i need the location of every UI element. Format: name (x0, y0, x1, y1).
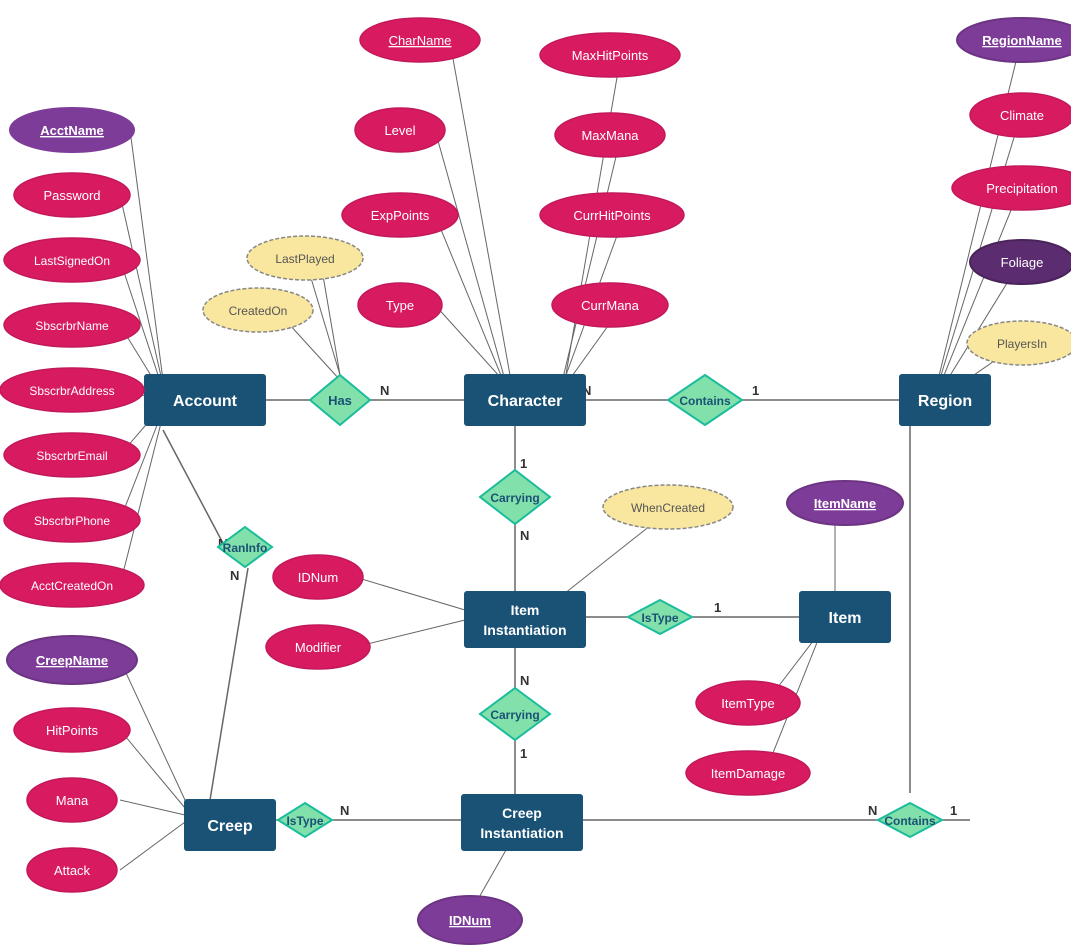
attr-regionname: RegionName (982, 33, 1061, 48)
svg-text:N: N (340, 803, 349, 818)
attr-foliage: Foliage (1001, 255, 1044, 270)
svg-text:N: N (520, 528, 529, 543)
attr-sbscrbrphone: SbscrbrPhone (34, 514, 110, 528)
er-diagram: 1 N N 1 1 N N 1 N 1 1 N N 1 M N Account … (0, 0, 1071, 952)
svg-text:N: N (520, 673, 529, 688)
attr-maxmana: MaxMana (581, 128, 639, 143)
attr-hitpoints: HitPoints (46, 723, 99, 738)
svg-text:1: 1 (714, 600, 721, 615)
attr-mana: Mana (56, 793, 89, 808)
attr-currmana: CurrMana (581, 298, 640, 313)
rel-carrying1: Carrying (490, 491, 539, 505)
attr-lastplayed: LastPlayed (275, 252, 334, 266)
attr-whencreated: WhenCreated (631, 501, 705, 515)
attr-maxhitpoints: MaxHitPoints (572, 48, 649, 63)
attr-currhitpoints: CurrHitPoints (573, 208, 651, 223)
entity-creep: Creep (207, 818, 253, 835)
attr-charname: CharName (389, 33, 452, 48)
entity-item: Item (829, 610, 862, 627)
svg-text:1: 1 (950, 803, 957, 818)
attr-exppoints: ExpPoints (371, 208, 430, 223)
attr-itemdamage: ItemDamage (711, 766, 785, 781)
entity-character: Character (488, 393, 563, 410)
attr-modifier: Modifier (295, 640, 342, 655)
attr-precipitation: Precipitation (986, 181, 1058, 196)
entity-item-instantiation-label1: Item (511, 602, 540, 618)
svg-text:1: 1 (520, 746, 527, 761)
attr-lastsignedon: LastSignedOn (34, 254, 110, 268)
rel-has: Has (328, 393, 352, 408)
attr-acctcreatedon: AcctCreatedOn (31, 579, 113, 593)
attr-idnum2: IDNum (449, 913, 491, 928)
attr-sbscrbrname: SbscrbrName (35, 319, 109, 333)
attr-creepname: CreepName (36, 653, 108, 668)
attr-itemtype: ItemType (721, 696, 774, 711)
attr-climate: Climate (1000, 108, 1044, 123)
attr-sbscrbraddress: SbscrbrAddress (29, 384, 114, 398)
entity-creep-instantiation-label2: Instantiation (480, 825, 563, 841)
svg-text:1: 1 (520, 456, 527, 471)
svg-text:N: N (868, 803, 877, 818)
attr-itemname: ItemName (814, 496, 876, 511)
attr-idnum1: IDNum (298, 570, 338, 585)
svg-text:N: N (380, 383, 389, 398)
entity-item-instantiation-label2: Instantiation (483, 622, 566, 638)
attr-acctname: AcctName (40, 123, 104, 138)
rel-contains2: Contains (884, 814, 936, 828)
attr-type: Type (386, 298, 414, 313)
rel-contains1: Contains (679, 394, 731, 408)
rel-raninfo: RanInfo (223, 541, 268, 555)
svg-text:N: N (230, 568, 239, 583)
attr-level: Level (384, 123, 415, 138)
attr-playersin: PlayersIn (997, 337, 1047, 351)
attr-createdon: CreatedOn (229, 304, 288, 318)
attr-attack: Attack (54, 863, 91, 878)
rel-carrying2: Carrying (490, 708, 539, 722)
entity-creep-instantiation-label1: Creep (502, 805, 542, 821)
entity-account: Account (173, 393, 238, 410)
svg-text:1: 1 (752, 383, 759, 398)
rel-istype1: IsType (641, 611, 678, 625)
attr-password: Password (43, 188, 100, 203)
rel-istype2: IsType (286, 814, 323, 828)
entity-region: Region (918, 393, 972, 410)
attr-sbscrbremeil: SbscrbrEmail (36, 449, 107, 463)
